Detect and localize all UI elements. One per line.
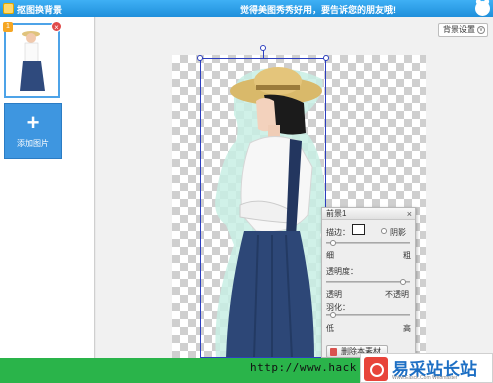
feather-slider-knob[interactable]: [329, 312, 336, 318]
thumbnail-panel: 1 × + 添加图片: [0, 17, 95, 358]
resize-handle-top-left[interactable]: [197, 55, 203, 61]
transparent-label: 透明: [326, 290, 342, 299]
app-window: 抠图换背景 觉得美图秀秀好用，要告诉您的朋友哦! 1 × + 添加图片 背景设置…: [0, 0, 493, 383]
canvas-area: 背景设置 v 前景1 × 描边： 阴影 细 粗 透明度： 透明 不透明 羽化： …: [96, 17, 493, 358]
background-settings-label: 背景设置: [443, 25, 475, 34]
chevron-down-icon: v: [477, 26, 485, 34]
opaque-label: 不透明: [385, 290, 409, 299]
add-image-label: 添加图片: [17, 139, 49, 148]
thick-label: 粗: [403, 251, 411, 260]
add-image-button[interactable]: + 添加图片: [4, 103, 62, 159]
background-settings-dropdown[interactable]: 背景设置 v: [438, 23, 488, 37]
close-icon[interactable]: ×: [51, 21, 62, 32]
shadow-label: 阴影: [390, 228, 406, 237]
shadow-radio[interactable]: [381, 228, 387, 234]
watermark-subtitle: Www.Easck.Com Webmaster: [392, 375, 458, 381]
adjust-panel-header[interactable]: 前景1 ×: [322, 208, 415, 220]
transparency-label: 透明度：: [326, 267, 358, 276]
close-icon[interactable]: ×: [407, 208, 412, 220]
low-label: 低: [326, 324, 334, 333]
rotate-line: [263, 50, 264, 58]
image-thumbnail[interactable]: 1 ×: [3, 21, 62, 98]
promo-banner[interactable]: 觉得美图秀秀好用，要告诉您的朋友哦!: [240, 3, 396, 16]
stroke-color-swatch[interactable]: [352, 224, 365, 235]
plus-icon: +: [26, 110, 40, 135]
transparency-slider[interactable]: [326, 279, 410, 285]
resize-handle-top-right[interactable]: [323, 55, 329, 61]
thumbnail-photo: [6, 25, 58, 96]
site-logo-icon: [364, 357, 388, 381]
high-label: 高: [403, 324, 411, 333]
rotate-handle[interactable]: [260, 45, 266, 51]
mascot-icon[interactable]: [475, 1, 490, 16]
selection-box[interactable]: [200, 58, 326, 358]
trash-icon: [330, 348, 337, 356]
title-bar: 抠图换背景 觉得美图秀秀好用，要告诉您的朋友哦!: [0, 0, 493, 17]
thumbnail-index-badge: 1: [3, 22, 13, 32]
transparency-slider-knob[interactable]: [400, 279, 407, 285]
thin-label: 细: [326, 251, 334, 260]
adjust-panel-title: 前景1: [326, 209, 347, 218]
stroke-label: 描边：: [326, 228, 350, 237]
footer-url: http://www.hack: [250, 361, 357, 374]
stroke-slider-knob[interactable]: [329, 240, 336, 246]
feather-label: 羽化：: [326, 303, 350, 312]
window-title: 抠图换背景: [17, 5, 63, 15]
app-icon: [3, 3, 14, 14]
feather-slider[interactable]: [326, 312, 410, 318]
adjust-panel: 前景1 × 描边： 阴影 细 粗 透明度： 透明 不透明 羽化： 低 高 删除本…: [321, 207, 416, 358]
stroke-slider[interactable]: [326, 240, 410, 246]
watermark: 易采站长站 Www.Easck.Com Webmaster: [360, 353, 493, 383]
